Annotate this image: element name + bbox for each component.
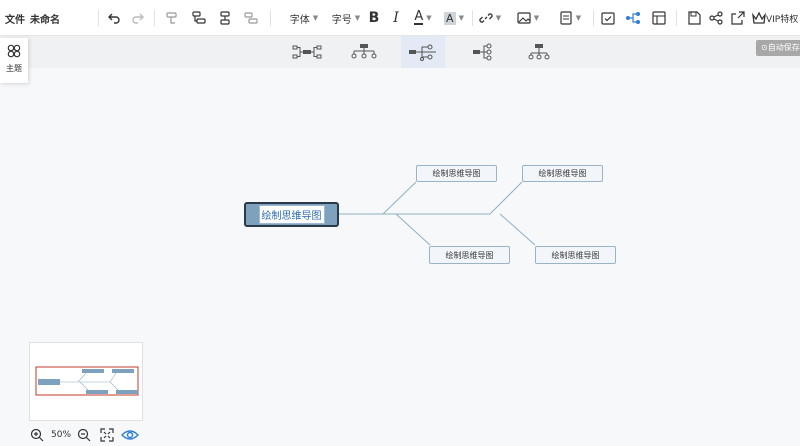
minimap-preview — [35, 366, 139, 396]
zoom-in-button[interactable] — [30, 428, 44, 442]
connector-line — [339, 181, 417, 215]
chevron-down-icon: ▼ — [495, 14, 502, 22]
vip-label: VIP特权 — [766, 14, 799, 25]
structure-option-mindmap[interactable] — [285, 36, 329, 68]
theme-label: 主题 — [6, 64, 22, 73]
save-button[interactable] — [684, 0, 704, 36]
structure-bar — [0, 36, 800, 68]
theme-panel-button[interactable]: 主题 — [0, 38, 28, 83]
crown-icon — [752, 12, 766, 24]
top-toolbar: 文件 未命名 字体 ▼ 字号 ▼ B I A ▼ A ▼ ▼ ▼ ▼ VIP特权 — [0, 0, 800, 36]
zoom-in-icon — [30, 428, 44, 442]
insert-child-topic-button[interactable] — [162, 0, 182, 36]
timeline-chart-icon — [528, 44, 550, 60]
root-topic[interactable]: 绘制思维导图 — [244, 202, 339, 227]
bold-button[interactable]: B — [365, 0, 383, 36]
structure-option-logic-right[interactable] — [401, 36, 445, 68]
redo-button[interactable] — [128, 0, 148, 36]
undo-button[interactable] — [104, 0, 124, 36]
zoom-out-button[interactable] — [77, 428, 91, 442]
document-title[interactable]: 未命名 — [30, 0, 60, 36]
chevron-down-icon: ▼ — [533, 14, 540, 22]
autosave-label: 自动保存 — [767, 43, 800, 52]
chevron-down-icon: ▼ — [575, 14, 582, 22]
export-button[interactable] — [728, 0, 748, 36]
toggle-minimap-button[interactable] — [121, 428, 140, 442]
insert-note-button[interactable]: ▼ — [552, 0, 588, 36]
chevron-down-icon: ▼ — [426, 14, 432, 22]
structure-option-tree-right[interactable] — [459, 36, 503, 68]
mindmap-structure-icon — [626, 12, 640, 24]
italic-button[interactable]: I — [387, 0, 405, 36]
undo-icon — [108, 13, 120, 24]
save-icon — [688, 11, 701, 25]
insert-summary-button[interactable] — [241, 0, 261, 36]
calendar-check-icon — [601, 12, 615, 25]
tree-chart-icon — [473, 43, 492, 61]
structure-option-timeline[interactable] — [517, 36, 561, 68]
share-icon — [709, 11, 723, 25]
link-icon — [479, 13, 493, 23]
insert-link-button[interactable]: ▼ — [476, 0, 504, 36]
theme-icon — [7, 44, 21, 58]
divider — [154, 10, 155, 26]
fit-screen-icon — [100, 428, 114, 442]
connector-line — [499, 213, 536, 246]
task-button[interactable] — [598, 0, 618, 36]
page-layout-button[interactable] — [649, 0, 669, 36]
insert-sibling-topic-button[interactable] — [189, 0, 209, 36]
divider — [472, 10, 473, 26]
insert-image-button[interactable]: ▼ — [512, 0, 544, 36]
zoom-out-icon — [77, 428, 91, 442]
org-chart-icon — [351, 44, 377, 59]
font-family-select[interactable]: 字体 ▼ — [282, 0, 326, 36]
font-family-label: 字体 — [289, 14, 310, 26]
layout-icon — [652, 11, 666, 25]
chevron-down-icon: ▼ — [312, 14, 319, 22]
structure-option-org-down[interactable] — [342, 36, 386, 68]
summary-icon — [244, 12, 258, 24]
note-icon — [560, 11, 572, 25]
file-menu[interactable]: 文件 — [4, 0, 26, 36]
minimap[interactable] — [29, 342, 143, 421]
highlight-icon: A — [444, 11, 456, 25]
parent-topic-icon — [220, 11, 230, 25]
font-color-button[interactable]: A ▼ — [409, 0, 437, 36]
topic-node[interactable]: 绘制思维导图 — [535, 246, 616, 264]
divider — [676, 10, 677, 26]
topic-node[interactable]: 绘制思维导图 — [416, 165, 497, 182]
zoom-level: 50% — [51, 430, 72, 440]
mindmap-layout-icon — [292, 45, 322, 59]
redo-icon — [132, 13, 144, 24]
share-button[interactable] — [706, 0, 726, 36]
export-icon — [731, 11, 745, 25]
font-size-select[interactable]: 字号 ▼ — [330, 0, 362, 36]
topic-node[interactable]: 绘制思维导图 — [522, 165, 603, 182]
connector-line — [395, 213, 431, 246]
child-topic-icon — [166, 12, 177, 24]
chevron-down-icon: ▼ — [354, 14, 361, 22]
topic-node[interactable]: 绘制思维导图 — [429, 246, 510, 264]
autosave-status[interactable]: ⊙自动保存 — [756, 40, 800, 56]
zoom-controls: 50% — [30, 426, 140, 444]
root-topic-text[interactable]: 绘制思维导图 — [258, 205, 325, 224]
eye-icon — [121, 430, 140, 440]
font-color-icon: A — [414, 9, 424, 25]
vip-button[interactable]: VIP特权 — [752, 0, 800, 36]
structure-button[interactable] — [623, 0, 643, 36]
image-icon — [517, 12, 531, 24]
highlight-color-button[interactable]: A ▼ — [440, 0, 468, 36]
insert-parent-topic-button[interactable] — [215, 0, 235, 36]
divider — [270, 10, 271, 26]
check-circle-icon: ⊙ — [761, 43, 768, 52]
divider — [593, 10, 594, 26]
logic-chart-icon — [409, 44, 436, 61]
fit-screen-button[interactable] — [100, 428, 114, 442]
font-size-label: 字号 — [331, 14, 352, 26]
sibling-topic-icon — [192, 11, 206, 24]
divider — [98, 10, 99, 26]
connector-line — [383, 181, 523, 215]
chevron-down-icon: ▼ — [458, 14, 464, 22]
